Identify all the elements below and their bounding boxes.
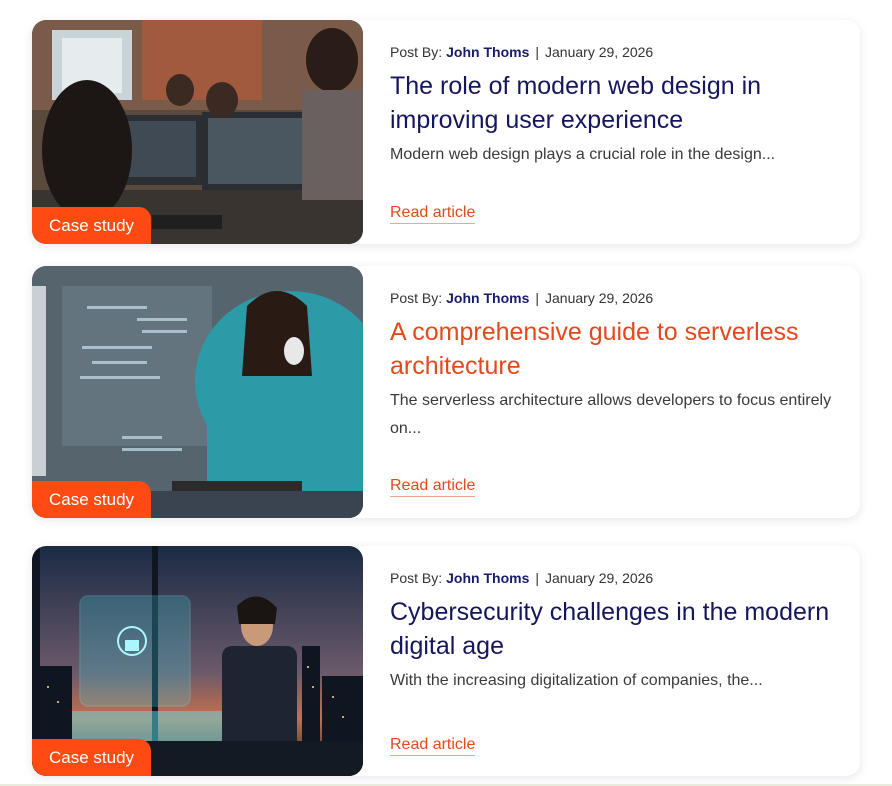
article-meta: Post By: John Thoms | January 29, 2026 (390, 44, 836, 60)
article-title[interactable]: The role of modern web design in improvi… (390, 69, 836, 137)
case-study-badge: Case study (32, 481, 152, 518)
case-study-badge: Case study (32, 739, 152, 776)
article-card[interactable]: Case study Post By: John Thoms | January… (32, 266, 860, 518)
meta-separator: | (535, 44, 540, 60)
article-thumbnail[interactable]: Case study (32, 266, 363, 518)
article-thumbnail[interactable]: Case study (32, 546, 363, 776)
article-excerpt: Modern web design plays a crucial role i… (390, 146, 776, 163)
article-card[interactable]: Case study Post By: John Thoms | January… (32, 20, 860, 244)
article-excerpt: With the increasing digitalization of co… (390, 672, 763, 689)
article-meta: Post By: John Thoms | January 29, 2026 (390, 570, 836, 586)
article-excerpt: The serverless architecture allows devel… (390, 392, 832, 437)
meta-separator: | (535, 570, 540, 586)
article-meta: Post By: John Thoms | January 29, 2026 (390, 290, 836, 306)
post-date: January 29, 2026 (545, 290, 654, 306)
article-thumbnail[interactable]: Case study (32, 20, 363, 244)
author-link[interactable]: John Thoms (446, 44, 529, 60)
post-by-label: Post By: (390, 570, 443, 586)
article-title[interactable]: Cybersecurity challenges in the modern d… (390, 595, 836, 663)
post-by-label: Post By: (390, 290, 443, 306)
case-study-badge: Case study (32, 207, 152, 244)
read-article-link[interactable]: Read article (390, 204, 476, 224)
meta-separator: | (535, 290, 540, 306)
author-link[interactable]: John Thoms (446, 290, 529, 306)
read-article-link[interactable]: Read article (390, 736, 476, 756)
read-article-link[interactable]: Read article (390, 477, 476, 497)
article-title[interactable]: A comprehensive guide to serverless arch… (390, 315, 836, 383)
article-content: Post By: John Thoms | January 29, 2026 T… (363, 20, 860, 244)
article-card[interactable]: Case study Post By: John Thoms | January… (32, 546, 860, 776)
post-date: January 29, 2026 (545, 570, 654, 586)
post-by-label: Post By: (390, 44, 443, 60)
author-link[interactable]: John Thoms (446, 570, 529, 586)
article-content: Post By: John Thoms | January 29, 2026 C… (363, 546, 860, 776)
article-content: Post By: John Thoms | January 29, 2026 A… (363, 266, 860, 518)
post-date: January 29, 2026 (545, 44, 654, 60)
